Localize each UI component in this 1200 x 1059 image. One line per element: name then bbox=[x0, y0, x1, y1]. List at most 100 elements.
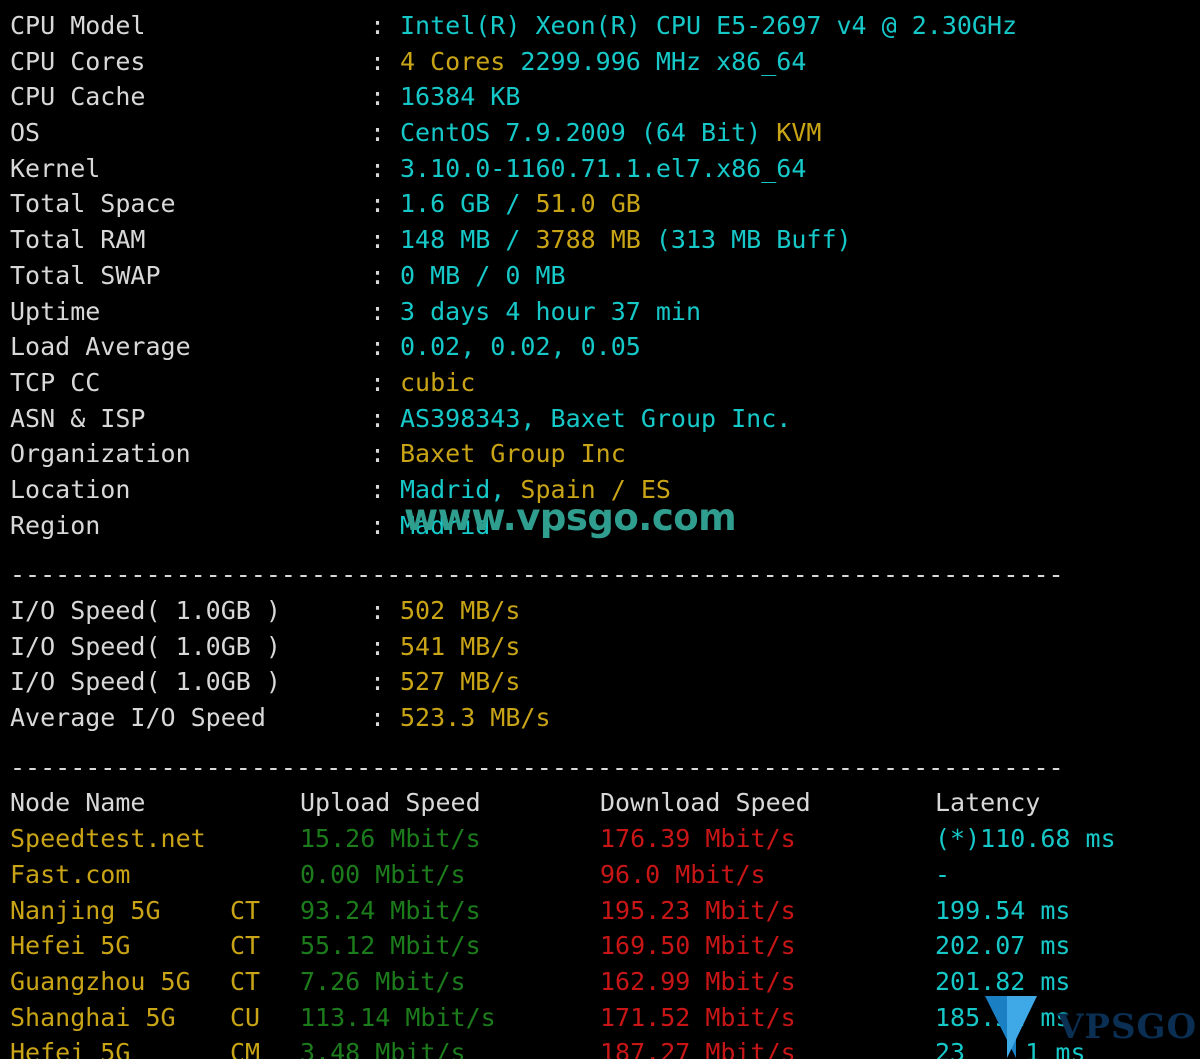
io-separator: : bbox=[370, 703, 386, 733]
info-value-primary: 0.02, 0.02, 0.05 bbox=[400, 332, 641, 362]
table-row: Shanghai 5G CU 113.14 Mbit/s 171.52 Mbit/s 1… bbox=[10, 1000, 1200, 1036]
cell-latency: 202.07 ms bbox=[935, 931, 1071, 961]
table-row: Speedtest.net 15.26 Mbit/s 176.39 Mbit/s (*… bbox=[10, 821, 1200, 857]
info-separator: : bbox=[370, 296, 386, 326]
table-row: Fast.com 0.00 Mbit/s 96.0 Mbit/s - bbox=[10, 857, 1200, 893]
cell-upload-speed: 93.24 Mbit/s bbox=[300, 895, 481, 925]
cell-latency: - bbox=[935, 859, 951, 889]
cell-node-name: Nanjing 5G bbox=[10, 895, 161, 925]
info-separator: : bbox=[370, 510, 386, 540]
io-row-average: Average I/O Speed:523.3 MB/s bbox=[10, 700, 1200, 736]
info-row-os: OS: CentOS 7.9.2009 (64 Bit) KVM bbox=[10, 115, 1200, 151]
info-row-kernel: Kernel:3.10.0-1160.71.1.el7.x86_64 bbox=[10, 151, 1200, 187]
header-upload-speed: Upload Speed bbox=[300, 788, 481, 818]
info-row-total-swap: Total SWAP:0 MB / 0 MB bbox=[10, 258, 1200, 294]
cell-latency: 23 1 ms bbox=[935, 1038, 1086, 1059]
info-value-accent: KVM bbox=[776, 118, 822, 148]
io-label: I/O Speed( 1.0GB ) bbox=[10, 667, 281, 697]
info-label: TCP CC bbox=[10, 367, 101, 397]
info-value-primary: Intel(R) Xeon(R) CPU E5-2697 v4 @ 2.30GH… bbox=[400, 11, 1018, 40]
cell-download-speed: 96.0 Mbit/s bbox=[600, 859, 766, 889]
cell-download-speed: 171.52 Mbit/s bbox=[600, 1002, 796, 1032]
info-row-load-average: Load Average:0.02, 0.02, 0.05 bbox=[10, 329, 1200, 365]
info-separator: : bbox=[370, 189, 386, 219]
cell-isp: CT bbox=[230, 895, 261, 925]
info-label: Total SWAP bbox=[10, 260, 161, 290]
info-separator: : bbox=[370, 332, 386, 362]
info-label: Region bbox=[10, 510, 101, 540]
info-row-cpu-cache: CPU Cache:16384 KB bbox=[10, 79, 1200, 115]
io-value: 523.3 MB/s bbox=[400, 703, 551, 733]
info-label: Total Space bbox=[10, 189, 176, 219]
info-value-accent: 2299.996 MHz x86_64 bbox=[505, 46, 807, 76]
info-separator: : bbox=[370, 11, 386, 40]
info-value-accent: Spain / ES bbox=[520, 474, 671, 504]
info-label: CPU Model bbox=[10, 11, 146, 40]
io-value: 527 MB/s bbox=[400, 667, 521, 697]
info-row-organization: Organization: Baxet Group Inc bbox=[10, 436, 1200, 472]
section-gap-2 bbox=[10, 736, 1200, 750]
cell-node-name: Hefei 5G bbox=[10, 1038, 131, 1059]
info-label: Total RAM bbox=[10, 225, 146, 255]
cell-upload-speed: 15.26 Mbit/s bbox=[300, 824, 481, 854]
info-value-accent: 51.0 GB bbox=[535, 189, 641, 219]
cell-node-name: Guangzhou 5G bbox=[10, 966, 191, 996]
info-value-primary: 3.10.0-1160.71.1.el7.x86_64 bbox=[400, 153, 807, 183]
table-row: Hefei 5G CM 3.48 Mbit/s 187.27 Mbit/s 23 1 m… bbox=[10, 1035, 1200, 1059]
cell-node-name: Fast.com bbox=[10, 859, 131, 889]
table-row: Nanjing 5G CT 93.24 Mbit/s 195.23 Mbit/s 199… bbox=[10, 893, 1200, 929]
info-value-primary: Madrid, bbox=[400, 474, 521, 504]
info-separator: : bbox=[370, 474, 386, 504]
io-label: I/O Speed( 1.0GB ) bbox=[10, 596, 281, 625]
cell-upload-speed: 7.26 Mbit/s bbox=[300, 966, 466, 996]
cell-upload-speed: 3.48 Mbit/s bbox=[300, 1038, 466, 1059]
cell-download-speed: 187.27 Mbit/s bbox=[600, 1038, 796, 1059]
cell-node-name: Hefei 5G bbox=[10, 931, 131, 961]
info-label: Kernel bbox=[10, 153, 101, 183]
io-separator: : bbox=[370, 667, 386, 697]
io-label: Average I/O Speed bbox=[10, 703, 266, 733]
info-value-accent: cubic bbox=[400, 367, 476, 397]
info-value-accent: Baxet Group Inc bbox=[400, 439, 626, 469]
io-row-1: I/O Speed( 1.0GB ):502 MB/s bbox=[10, 593, 1200, 629]
io-value: 502 MB/s bbox=[400, 596, 521, 625]
cell-latency: 185.52 ms bbox=[935, 1002, 1071, 1032]
info-value-primary: 1.6 GB / bbox=[400, 189, 536, 219]
info-separator: : bbox=[370, 403, 386, 433]
info-row-location: Location: Madrid, Spain / ES bbox=[10, 472, 1200, 508]
info-separator: : bbox=[370, 82, 386, 112]
io-label: I/O Speed( 1.0GB ) bbox=[10, 631, 281, 661]
cell-node-name: Shanghai 5G bbox=[10, 1002, 176, 1032]
table-row: Guangzhou 5G CT 7.26 Mbit/s 162.99 Mbit/s 20… bbox=[10, 964, 1200, 1000]
info-row-tcp-cc: TCP CC: cubic bbox=[10, 365, 1200, 401]
info-row-uptime: Uptime:3 days 4 hour 37 min bbox=[10, 294, 1200, 330]
network-table-header: Node Name Upload Speed Download Speed Laten… bbox=[10, 785, 1200, 821]
io-row-2: I/O Speed( 1.0GB ):541 MB/s bbox=[10, 629, 1200, 665]
cell-download-speed: 195.23 Mbit/s bbox=[600, 895, 796, 925]
info-value-primary: Madrid bbox=[400, 510, 491, 540]
header-node-name: Node Name bbox=[10, 788, 146, 818]
network-test-section: Node Name Upload Speed Download Speed Laten… bbox=[10, 785, 1200, 1059]
info-label: ASN & ISP bbox=[10, 403, 146, 433]
cell-upload-speed: 55.12 Mbit/s bbox=[300, 931, 481, 961]
info-row-region: Region: Madrid bbox=[10, 508, 1200, 544]
cell-upload-speed: 0.00 Mbit/s bbox=[300, 859, 466, 889]
info-row-cpu-model: CPU Model: Intel(R) Xeon(R) CPU E5-2697 v… bbox=[10, 8, 1200, 44]
info-label: Uptime bbox=[10, 296, 101, 326]
io-test-section: I/O Speed( 1.0GB ):502 MB/s I/O Speed( 1… bbox=[10, 593, 1200, 736]
info-separator: : bbox=[370, 46, 386, 76]
separator-line-2: ----------------------------------------… bbox=[10, 752, 1064, 782]
info-row-total-ram: Total RAM:148 MB / 3788 MB (313 MB Buff) bbox=[10, 222, 1200, 258]
info-label: Organization bbox=[10, 439, 191, 469]
cell-download-speed: 162.99 Mbit/s bbox=[600, 966, 796, 996]
header-download-speed: Download Speed bbox=[600, 788, 811, 818]
header-latency: Latency bbox=[935, 788, 1041, 818]
info-value-primary: AS398343, Baxet Group Inc. bbox=[400, 403, 792, 433]
info-value-primary: 3 days 4 hour 37 min bbox=[400, 296, 702, 326]
io-separator: : bbox=[370, 631, 386, 661]
cell-download-speed: 169.50 Mbit/s bbox=[600, 931, 796, 961]
info-label: OS bbox=[10, 118, 41, 148]
table-row: Hefei 5G CT 55.12 Mbit/s 169.50 Mbit/s 202.0… bbox=[10, 928, 1200, 964]
info-row-total-space: Total Space:1.6 GB / 51.0 GB bbox=[10, 186, 1200, 222]
terminal-screen: CPU Model: Intel(R) Xeon(R) CPU E5-2697 v… bbox=[10, 8, 1200, 1059]
